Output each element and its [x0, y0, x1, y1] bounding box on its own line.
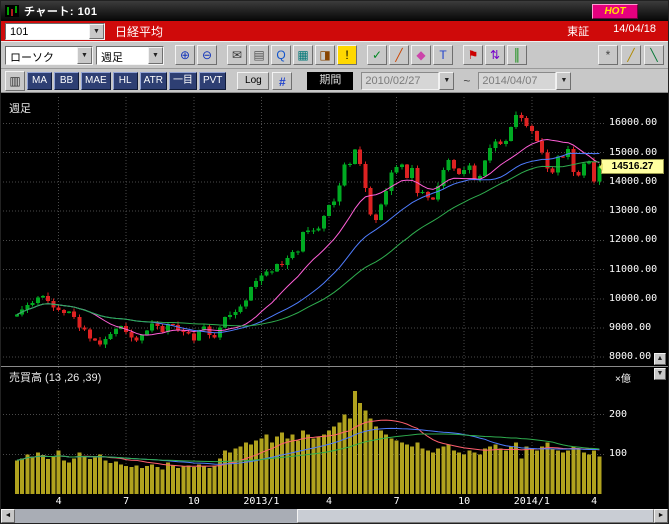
check-icon[interactable]: ✓: [367, 45, 387, 65]
alert-icon[interactable]: !: [337, 45, 357, 65]
h-scrollbar[interactable]: ◄ ►: [1, 509, 668, 523]
price-tick-label: 15000.00: [609, 147, 657, 158]
period-from-field[interactable]: 2010/02/27 ▼: [361, 72, 454, 90]
app-icon: [5, 5, 19, 17]
timeframe-select[interactable]: 週足 ▼: [96, 46, 164, 65]
symbol-select[interactable]: 101 ▼: [5, 23, 105, 40]
panel-divider[interactable]: [1, 366, 668, 367]
indicator-button-pvt[interactable]: PVT: [199, 72, 226, 90]
volume-tick-label: 200: [609, 409, 627, 420]
volume-panel-label: 売買高 (13 ,26 ,39): [9, 369, 101, 385]
scroll-right-button[interactable]: ►: [654, 509, 668, 523]
exchange-label: 東証: [567, 23, 589, 39]
titlebar[interactable]: チャート: 101 HOT: [1, 1, 668, 21]
x-axis-label: 4: [305, 496, 353, 507]
mail-icon[interactable]: ✉: [227, 45, 247, 65]
pencil-icon[interactable]: ╱: [621, 45, 641, 65]
timeframe-value: 週足: [97, 47, 148, 64]
indicator-button-hl[interactable]: HL: [113, 72, 138, 90]
chart-type-select[interactable]: ローソク ▼: [5, 46, 93, 65]
chevron-down-icon[interactable]: ▼: [89, 24, 104, 39]
eraser-icon[interactable]: ◆: [411, 45, 431, 65]
price-tick-label: 11000.00: [609, 264, 657, 275]
hot-button[interactable]: HOT: [592, 4, 638, 19]
period-to-field[interactable]: 2014/04/07 ▼: [478, 72, 571, 90]
x-axis-label: 4: [570, 496, 618, 507]
price-tick-label: 16000.00: [609, 117, 657, 128]
indicator-button-ma[interactable]: MA: [27, 72, 52, 90]
price-tick-label: 14000.00: [609, 176, 657, 187]
volume-unit-label: ×億: [615, 370, 631, 385]
period-from-value: 2010/02/27: [361, 72, 439, 90]
panes-icon[interactable]: ▥: [5, 71, 25, 91]
chart-window: チャート: 101 HOT 101 ▼ 日経平均 東証 14/04/18 ローソ…: [0, 0, 669, 524]
settings-icon[interactable]: *: [598, 45, 618, 65]
volume-tick-label: 100: [609, 448, 627, 459]
period-to-value: 2014/04/07: [478, 72, 556, 90]
toolbar-main: ローソク ▼ 週足 ▼ ⊕⊖✉▤Q▦◨!✓╱◆T⚑⇅║ *╱╲: [1, 41, 668, 69]
indicator-button-mae[interactable]: MAE: [81, 72, 111, 90]
candles-icon[interactable]: ║: [507, 45, 527, 65]
indicator-button-bb[interactable]: BB: [54, 72, 79, 90]
chevron-down-icon[interactable]: ▼: [439, 72, 454, 90]
chart-canvas[interactable]: [1, 93, 668, 509]
print-icon[interactable]: ▤: [249, 45, 269, 65]
price-tick-label: 8000.00: [609, 351, 651, 362]
price-tick-label: 13000.00: [609, 205, 657, 216]
grid-scale-icon[interactable]: #: [272, 72, 292, 90]
x-axis-label: 2014/1: [508, 496, 556, 507]
chart-area: 週足 売買高 (13 ,26 ,39) ×億 16000.0015000.001…: [1, 93, 668, 509]
flag-icon[interactable]: ⚑: [463, 45, 483, 65]
toolbar-icon-group: ⊕⊖ ✉▤Q▦◨! ✓╱◆T ⚑⇅║: [175, 45, 527, 65]
chevron-down-icon[interactable]: ▼: [77, 47, 92, 64]
price-tick-label: 9000.00: [609, 322, 651, 333]
chevron-down-icon[interactable]: ▼: [148, 47, 163, 64]
indicator-button-ichimoku[interactable]: 一目: [169, 72, 197, 90]
toolbar-right-icon-group: *╱╲: [598, 45, 664, 65]
x-axis-label: 2013/1: [237, 496, 285, 507]
zoom-in-icon[interactable]: ⊕: [175, 45, 195, 65]
price-tick-label: 10000.00: [609, 293, 657, 304]
board-icon[interactable]: ◨: [315, 45, 335, 65]
window-title: チャート: 101: [24, 3, 97, 19]
last-price-tag: 14516.27: [601, 159, 664, 174]
period-label: 期間: [307, 72, 353, 90]
symbol-select-value: 101: [6, 24, 89, 39]
instrument-name: 日経平均: [115, 23, 163, 40]
indicator-button-atr[interactable]: ATR: [140, 72, 167, 90]
zoom-out-icon[interactable]: ⊖: [197, 45, 217, 65]
chart-type-value: ローソク: [6, 47, 77, 64]
text-tool-icon[interactable]: T: [433, 45, 453, 65]
h-scrollbar-thumb[interactable]: [297, 509, 654, 523]
x-axis-label: 10: [170, 496, 218, 507]
quote-date-label: 14/04/18: [613, 23, 656, 39]
grid-icon[interactable]: ▦: [293, 45, 313, 65]
x-axis-label: 10: [440, 496, 488, 507]
x-axis-label: 7: [373, 496, 421, 507]
timeframe-panel-label: 週足: [9, 100, 31, 116]
line-tool-icon[interactable]: ╱: [389, 45, 409, 65]
updown-icon[interactable]: ⇅: [485, 45, 505, 65]
symbol-bar: 101 ▼ 日経平均 東証 14/04/18: [1, 21, 668, 41]
pen-icon[interactable]: ╲: [644, 45, 664, 65]
chevron-down-icon[interactable]: ▼: [556, 72, 571, 90]
log-scale-button[interactable]: Log: [237, 72, 269, 90]
scroll-left-button[interactable]: ◄: [1, 509, 15, 523]
pane-down-button[interactable]: ▼: [654, 368, 666, 380]
period-separator: ~: [463, 74, 470, 88]
quote-icon[interactable]: Q: [271, 45, 291, 65]
toolbar-indicators: ▥MABBMAEHLATR一目PVT Log # 期間 2010/02/27 ▼…: [1, 69, 668, 93]
indicator-button-group: ▥MABBMAEHLATR一目PVT: [5, 71, 226, 91]
price-tick-label: 12000.00: [609, 234, 657, 245]
pane-up-button[interactable]: ▲: [654, 353, 666, 365]
x-axis-label: 7: [102, 496, 150, 507]
x-axis-label: 4: [35, 496, 83, 507]
